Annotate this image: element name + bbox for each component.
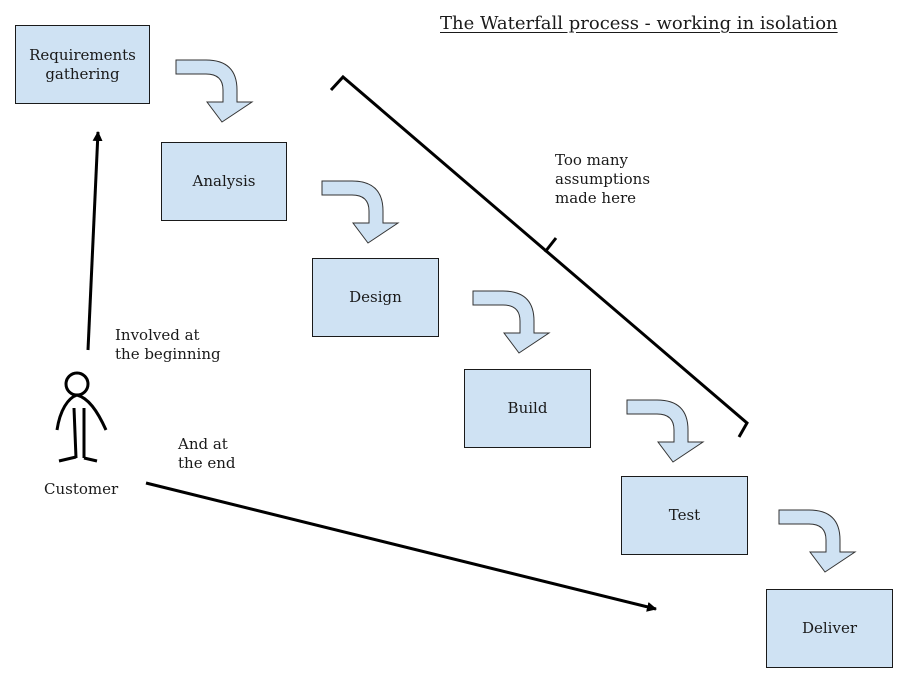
flow-arrow-req-to-analysis-icon (175, 59, 254, 123)
arrow-customer-to-deliver (145, 481, 657, 612)
stage-design: Design (312, 258, 439, 337)
customer-figure-icon (55, 371, 108, 463)
assumptions-note: Too many assumptions made here (555, 151, 651, 207)
stage-deliver: Deliver (766, 589, 893, 668)
diagram-title: The Waterfall process - working in isola… (440, 13, 838, 34)
flow-arrow-analysis-to-design-icon (321, 180, 400, 244)
bracket-tick (543, 237, 558, 253)
stage-requirements-gathering: Requirements gathering (15, 25, 150, 104)
arrow-customer-to-requirements (86, 131, 103, 351)
stage-analysis: Analysis (161, 142, 287, 221)
stage-build: Build (464, 369, 591, 448)
involved-beginning-note: Involved at the beginning (115, 326, 221, 363)
and-end-note: And at the end (178, 435, 236, 472)
flow-arrow-design-to-build-icon (472, 290, 551, 354)
flow-arrow-build-to-test-icon (626, 399, 705, 463)
stage-test: Test (621, 476, 748, 555)
customer-label: Customer (44, 480, 119, 498)
flow-arrow-test-to-deliver-icon (778, 509, 857, 573)
